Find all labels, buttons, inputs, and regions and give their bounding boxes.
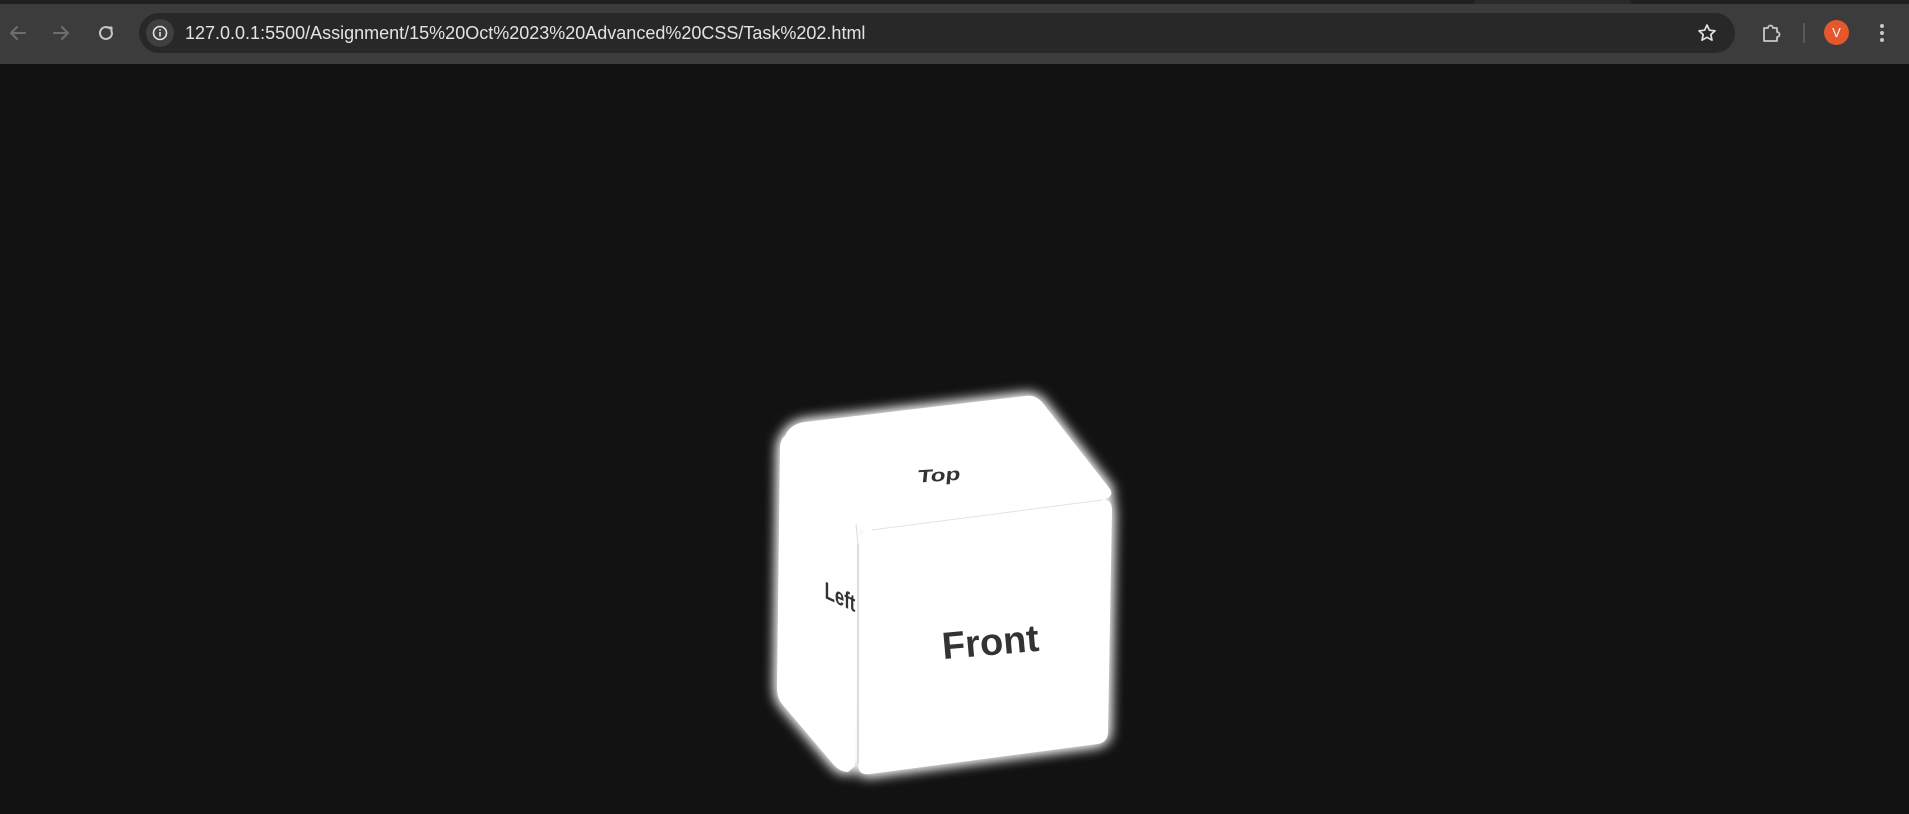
address-bar[interactable]: 127.0.0.1:5500/Assignment/15%20Oct%2023%…: [139, 13, 1735, 53]
cube-label-front: Front: [940, 617, 1041, 669]
arrow-right-icon: [53, 26, 69, 40]
site-info-button[interactable]: [146, 19, 174, 47]
bookmark-button[interactable]: [1693, 19, 1721, 47]
toolbar-divider: [1803, 23, 1805, 43]
arrow-left-icon: [10, 26, 26, 40]
extensions-button[interactable]: [1756, 18, 1786, 48]
tab-strip: [0, 0, 1909, 4]
reload-button[interactable]: [91, 18, 121, 48]
puzzle-icon: [1763, 24, 1781, 42]
tab-inactive[interactable]: [1630, 0, 1909, 4]
cube-label-top: Top: [916, 464, 962, 488]
tab-active[interactable]: [0, 0, 1475, 4]
forward-button[interactable]: [46, 18, 76, 48]
browser-menu-button[interactable]: [1868, 18, 1896, 48]
url-text[interactable]: 127.0.0.1:5500/Assignment/15%20Oct%2023%…: [185, 23, 865, 43]
back-button[interactable]: [3, 18, 33, 48]
star-icon: [1698, 24, 1716, 42]
reload-icon: [99, 25, 113, 40]
page-viewport: Top Front Left: [0, 64, 1909, 814]
browser-toolbar: 127.0.0.1:5500/Assignment/15%20Oct%2023%…: [0, 0, 1909, 64]
profile-avatar[interactable]: V: [1824, 20, 1849, 45]
css-3d-cube: Top Front Left: [770, 394, 1130, 784]
info-icon: [152, 25, 168, 41]
kebab-menu-icon: [1880, 24, 1884, 42]
